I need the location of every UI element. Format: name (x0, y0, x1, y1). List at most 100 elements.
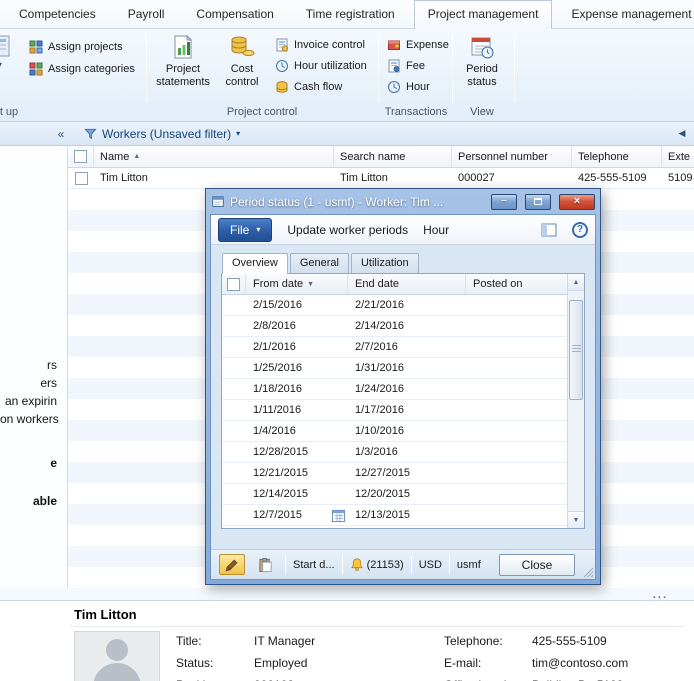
cell-from-date[interactable]: 1/18/2016 (246, 379, 348, 399)
cell-end-date[interactable]: 1/10/2016 (348, 421, 466, 441)
period-row[interactable]: 12/28/2015 1/3/2016 (222, 442, 567, 463)
cell-posted-on[interactable] (466, 379, 567, 399)
period-row[interactable]: 12/21/2015 12/27/2015 (222, 463, 567, 484)
nav-item[interactable]: e (0, 456, 57, 470)
cell-from-date[interactable]: 1/25/2016 (246, 358, 348, 378)
resize-grip[interactable] (583, 567, 594, 578)
maximize-button[interactable] (525, 194, 551, 210)
vertical-scrollbar[interactable]: ▲ ▼ (567, 274, 584, 528)
scrollbar-thumb[interactable] (569, 300, 583, 400)
period-row[interactable]: 2/15/2016 2/21/2016 (222, 295, 567, 316)
row-checkbox[interactable] (75, 172, 88, 185)
help-icon[interactable]: ? (572, 222, 588, 238)
cell-personnel-number[interactable]: 000027 (452, 168, 572, 188)
edit-record-button[interactable] (219, 554, 245, 575)
column-header-personnel-number[interactable]: Personnel number (452, 146, 572, 167)
tab-utilization[interactable]: Utilization (351, 253, 419, 273)
column-header-posted-on[interactable]: Posted on (466, 274, 567, 294)
period-row[interactable]: 2/8/2016 2/14/2016 (222, 316, 567, 337)
cell-end-date[interactable]: 12/20/2015 (348, 484, 466, 504)
period-status-button[interactable]: Period status (456, 32, 508, 89)
cell-end-date[interactable]: 12/13/2015 (348, 505, 466, 525)
cell-end-date[interactable]: 2/7/2016 (348, 337, 466, 357)
cell-posted-on[interactable] (466, 316, 567, 336)
tab-time-registration[interactable]: Time registration (293, 1, 408, 28)
cost-control-button[interactable]: Cost control (216, 32, 268, 89)
scroll-down-button[interactable]: ▼ (568, 511, 584, 528)
cell-telephone[interactable]: 425-555-5109 (572, 168, 662, 188)
expense-button[interactable]: Expense (384, 35, 452, 54)
period-row[interactable]: 2/1/2016 2/7/2016 (222, 337, 567, 358)
tab-compensation[interactable]: Compensation (183, 1, 286, 28)
tab-project-management[interactable]: Project management (414, 0, 553, 29)
hour-button[interactable]: Hour (384, 77, 433, 96)
currency-indicator[interactable]: USD (419, 559, 442, 571)
cell-name[interactable]: Tim Litton (94, 168, 334, 188)
close-button[interactable]: Close (499, 554, 575, 576)
tab-competencies[interactable]: Competencies (6, 1, 109, 28)
partial-ribbon-button[interactable]: ▾ (0, 32, 14, 69)
tab-general[interactable]: General (290, 253, 349, 273)
cell-from-date[interactable]: 2/1/2016 (246, 337, 348, 357)
layout-icon[interactable] (541, 223, 557, 237)
notifications-button[interactable]: (21153) (350, 557, 404, 572)
cell-end-date[interactable]: 1/17/2016 (348, 400, 466, 420)
cell-from-date[interactable]: 12/28/2015 (246, 442, 348, 462)
scroll-up-button[interactable]: ▲ (568, 274, 584, 291)
cell-from-date[interactable]: 2/15/2016 (246, 295, 348, 315)
period-row-selected[interactable]: 12/7/2015 12/13/2015 (222, 505, 567, 526)
column-header-end-date[interactable]: End date (348, 274, 466, 294)
cell-posted-on[interactable] (466, 400, 567, 420)
cell-end-date[interactable]: 1/3/2016 (348, 442, 466, 462)
fee-button[interactable]: Fee (384, 56, 428, 75)
cell-extension[interactable]: 5109 (662, 168, 694, 188)
cell-from-date[interactable]: 2/8/2016 (246, 316, 348, 336)
menu-item-update-worker-periods[interactable]: Update worker periods (287, 223, 408, 237)
column-header-name[interactable]: Name ▲ (94, 146, 334, 167)
nav-item[interactable]: an expirin (0, 394, 57, 408)
collapse-right-pane-button[interactable]: ◀ (674, 128, 690, 139)
collapse-left-pane-button[interactable]: « (50, 127, 72, 141)
column-header-telephone[interactable]: Telephone (572, 146, 662, 167)
cell-posted-on[interactable] (466, 505, 567, 525)
cell-end-date[interactable]: 1/24/2016 (348, 379, 466, 399)
cell-posted-on[interactable] (466, 358, 567, 378)
paste-button[interactable] (252, 554, 278, 575)
cash-flow-button[interactable]: Cash flow (272, 77, 345, 96)
select-all-checkbox[interactable] (227, 278, 240, 291)
worker-row[interactable]: Tim Litton Tim Litton 000027 425-555-510… (68, 168, 694, 189)
cell-posted-on[interactable] (466, 442, 567, 462)
tab-overview[interactable]: Overview (222, 253, 288, 274)
tab-expense-management[interactable]: Expense management (558, 1, 694, 28)
cell-posted-on[interactable] (466, 337, 567, 357)
column-header-from-date[interactable]: From date ▼ (246, 274, 348, 294)
cell-posted-on[interactable] (466, 421, 567, 441)
company-indicator[interactable]: usmf (457, 559, 481, 571)
column-header-search-name[interactable]: Search name (334, 146, 452, 167)
cell-from-date[interactable]: 12/7/2015 (246, 505, 348, 525)
cell-from-date[interactable]: 12/21/2015 (246, 463, 348, 483)
period-row[interactable]: 1/11/2016 1/17/2016 (222, 400, 567, 421)
start-button[interactable]: Start d... (293, 559, 335, 571)
cell-from-date[interactable]: 1/4/2016 (246, 421, 348, 441)
period-row[interactable]: 12/14/2015 12/20/2015 (222, 484, 567, 505)
column-header-extension[interactable]: Exte (662, 146, 694, 167)
nav-item[interactable]: able (0, 494, 57, 508)
cell-from-date[interactable]: 12/14/2015 (246, 484, 348, 504)
project-statements-button[interactable]: Project statements (152, 32, 214, 89)
tab-payroll[interactable]: Payroll (115, 1, 178, 28)
select-all-checkbox[interactable] (74, 150, 87, 163)
cell-end-date[interactable]: 1/31/2016 (348, 358, 466, 378)
assign-projects-button[interactable]: Assign projects (26, 37, 126, 56)
close-window-button[interactable]: × (559, 194, 595, 210)
minimize-button[interactable]: − (491, 194, 517, 210)
period-row[interactable]: 1/25/2016 1/31/2016 (222, 358, 567, 379)
cell-posted-on[interactable] (466, 463, 567, 483)
nav-item[interactable]: rs (0, 358, 57, 372)
hour-utilization-button[interactable]: Hour utilization (272, 56, 370, 75)
cell-end-date[interactable]: 2/21/2016 (348, 295, 466, 315)
cell-end-date[interactable]: 2/14/2016 (348, 316, 466, 336)
workers-list-title[interactable]: Workers (Unsaved filter) ▾ (84, 127, 240, 141)
cell-from-date[interactable]: 1/11/2016 (246, 400, 348, 420)
invoice-control-button[interactable]: Invoice control (272, 35, 368, 54)
